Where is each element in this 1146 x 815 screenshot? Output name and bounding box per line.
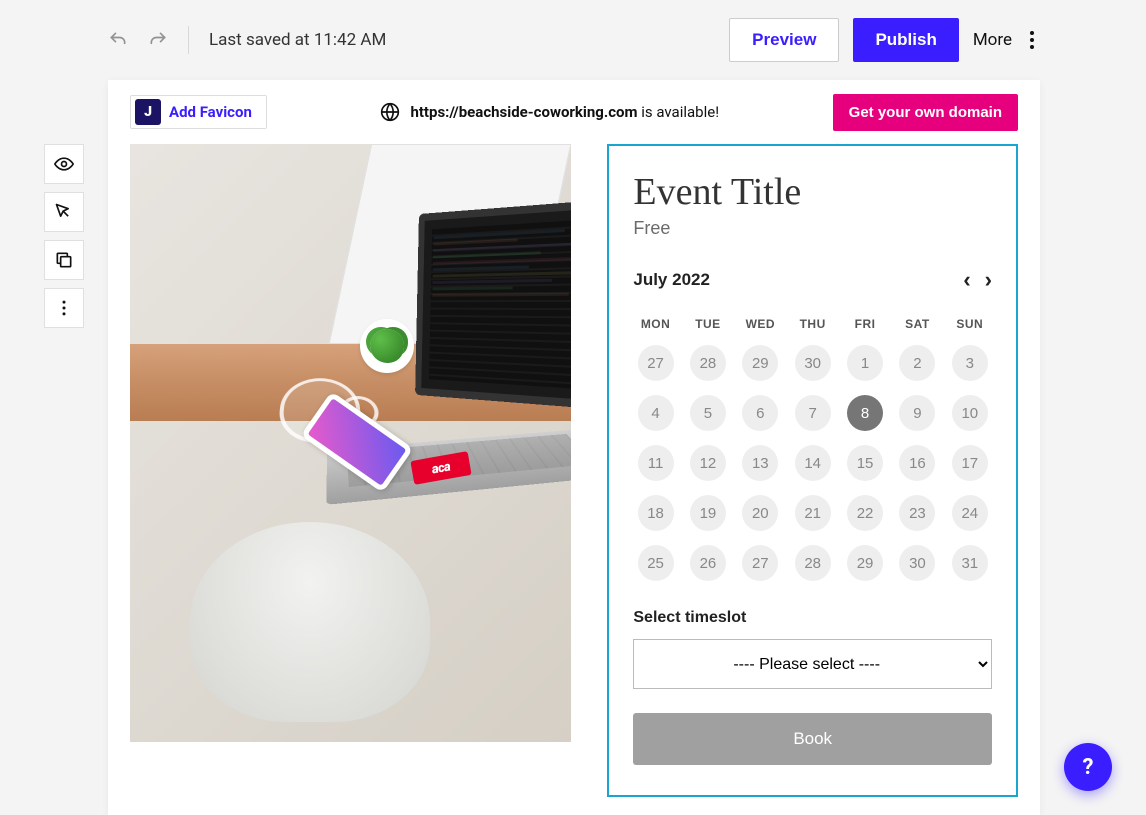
calendar-dow: FRI (843, 317, 887, 331)
book-button[interactable]: Book (633, 713, 992, 765)
calendar-day[interactable]: 13 (742, 445, 778, 481)
calendar-day[interactable]: 6 (742, 395, 778, 431)
calendar-day[interactable]: 19 (690, 495, 726, 531)
site-canvas: J Add Favicon https://beachside-coworkin… (108, 80, 1040, 815)
calendar-day[interactable]: 10 (952, 395, 988, 431)
calendar-day[interactable]: 29 (847, 545, 883, 581)
preview-button[interactable]: Preview (729, 18, 839, 62)
calendar-day[interactable]: 18 (638, 495, 674, 531)
copy-tool[interactable] (44, 240, 84, 280)
calendar-dow: THU (791, 317, 835, 331)
calendar-day[interactable]: 23 (899, 495, 935, 531)
calendar-day[interactable]: 11 (638, 445, 674, 481)
add-favicon-button[interactable]: J Add Favicon (130, 95, 267, 129)
toolbar-right: Preview Publish More (729, 18, 1038, 62)
calendar-day[interactable]: 5 (690, 395, 726, 431)
help-button[interactable]: ? (1064, 743, 1112, 791)
calendar-day[interactable]: 16 (899, 445, 935, 481)
calendar-header: July 2022 ‹ › (633, 267, 992, 293)
calendar-day[interactable]: 28 (795, 545, 831, 581)
hero-image[interactable]: aca (130, 144, 571, 742)
calendar-day[interactable]: 25 (638, 545, 674, 581)
calendar-dow: TUE (686, 317, 730, 331)
kebab-icon[interactable] (1026, 27, 1038, 53)
event-price: Free (633, 218, 992, 239)
calendar-next-icon[interactable]: › (985, 267, 992, 293)
timeslot-label: Select timeslot (633, 609, 992, 627)
toolbar-divider (188, 26, 189, 54)
design-tool[interactable] (44, 192, 84, 232)
calendar-day[interactable]: 30 (795, 345, 831, 381)
last-saved-label: Last saved at 11:42 AM (209, 30, 386, 50)
more-button[interactable]: More (973, 30, 1012, 50)
add-favicon-label: Add Favicon (169, 103, 252, 121)
toolbar-left: Last saved at 11:42 AM (108, 26, 386, 54)
calendar-day[interactable]: 26 (690, 545, 726, 581)
more-vertical-icon (54, 298, 74, 318)
calendar-day[interactable]: 15 (847, 445, 883, 481)
calendar-day[interactable]: 14 (795, 445, 831, 481)
calendar-dow: SAT (895, 317, 939, 331)
calendar-day[interactable]: 24 (952, 495, 988, 531)
visibility-tool[interactable] (44, 144, 84, 184)
calendar-day[interactable]: 8 (847, 395, 883, 431)
pen-icon (54, 202, 74, 222)
timeslot-select[interactable]: ---- Please select ---- (633, 639, 992, 689)
calendar-day[interactable]: 27 (638, 345, 674, 381)
calendar-dow: MON (633, 317, 677, 331)
calendar-day[interactable]: 3 (952, 345, 988, 381)
publish-button[interactable]: Publish (853, 18, 958, 62)
calendar-prev-icon[interactable]: ‹ (963, 267, 970, 293)
calendar-day[interactable]: 20 (742, 495, 778, 531)
calendar-day[interactable]: 29 (742, 345, 778, 381)
event-title[interactable]: Event Title (633, 170, 992, 214)
editor-body: aca Event Title Free July 2022 ‹ › MON TU… (108, 144, 1040, 797)
domain-url: https://beachside-coworking.com (410, 103, 637, 121)
element-toolbar (44, 144, 84, 328)
calendar-month-label: July 2022 (633, 270, 710, 290)
calendar-nav: ‹ › (963, 267, 992, 293)
get-domain-button[interactable]: Get your own domain (833, 94, 1018, 131)
calendar-day[interactable]: 17 (952, 445, 988, 481)
eye-icon (54, 154, 74, 174)
calendar-day[interactable]: 21 (795, 495, 831, 531)
undo-redo-group (108, 30, 168, 50)
domain-status: https://beachside-coworking.com is avail… (283, 102, 817, 122)
calendar-day[interactable]: 9 (899, 395, 935, 431)
calendar-day[interactable]: 1 (847, 345, 883, 381)
calendar-day[interactable]: 30 (899, 545, 935, 581)
calendar-grid: MONTUEWEDTHUFRISATSUN2728293012345678910… (633, 317, 992, 581)
top-toolbar: Last saved at 11:42 AM Preview Publish M… (0, 0, 1146, 80)
calendar-day[interactable]: 22 (847, 495, 883, 531)
calendar-day[interactable]: 2 (899, 345, 935, 381)
redo-icon[interactable] (148, 30, 168, 50)
copy-icon (54, 250, 74, 270)
question-icon: ? (1083, 755, 1094, 780)
globe-icon (380, 102, 400, 122)
domain-bar: J Add Favicon https://beachside-coworkin… (108, 80, 1040, 144)
domain-available-label: is available! (638, 103, 720, 121)
more-tool[interactable] (44, 288, 84, 328)
calendar-dow: SUN (948, 317, 992, 331)
calendar-day[interactable]: 7 (795, 395, 831, 431)
undo-icon[interactable] (108, 30, 128, 50)
calendar-dow: WED (738, 317, 782, 331)
calendar-day[interactable]: 4 (638, 395, 674, 431)
calendar-day[interactable]: 12 (690, 445, 726, 481)
calendar-day[interactable]: 27 (742, 545, 778, 581)
calendar-day[interactable]: 31 (952, 545, 988, 581)
calendar-day[interactable]: 28 (690, 345, 726, 381)
booking-widget: Event Title Free July 2022 ‹ › MON TUE WED… (607, 144, 1018, 797)
favicon-logo-icon: J (135, 99, 161, 125)
